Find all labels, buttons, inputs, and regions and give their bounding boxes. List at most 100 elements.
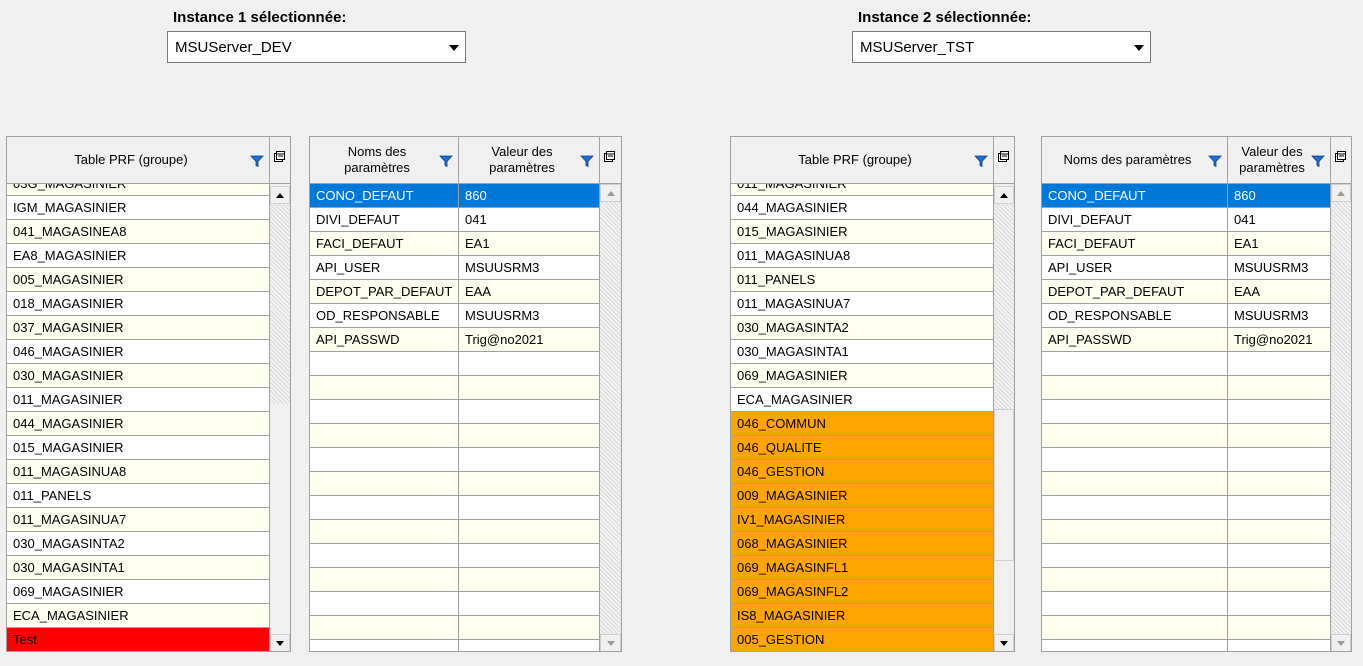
scrollbar-track-upper[interactable]	[270, 204, 290, 404]
vertical-scrollbar[interactable]	[600, 184, 621, 651]
group-name-cell[interactable]: 044_MAGASINIER	[7, 412, 270, 435]
empty-row[interactable]	[1042, 568, 1331, 592]
table-row[interactable]: 011_MAGASINUA8	[731, 244, 994, 268]
empty-row[interactable]	[1042, 544, 1331, 568]
column-chooser-icon[interactable]	[274, 151, 285, 162]
param-value-cell[interactable]	[459, 496, 600, 519]
param-name-cell[interactable]: DIVI_DEFAUT	[1042, 208, 1228, 231]
filter-icon[interactable]	[250, 154, 264, 168]
table-row[interactable]: OD_RESPONSABLE MSUUSRM3	[310, 304, 600, 328]
param-name-cell[interactable]: DIVI_DEFAUT	[310, 208, 459, 231]
param-value-cell[interactable]: Trig@no2021	[1228, 328, 1331, 351]
table-row[interactable]: OD_RESPONSABLE MSUUSRM3	[1042, 304, 1331, 328]
scrollbar-track[interactable]	[600, 202, 621, 634]
group-name-cell[interactable]: 044_MAGASINIER	[731, 196, 994, 219]
param-value-cell[interactable]: MSUUSRM3	[459, 256, 600, 279]
table-row[interactable]: 005_GESTION	[731, 628, 994, 651]
param-name-cell[interactable]	[1042, 400, 1228, 423]
table-row[interactable]: 046_QUALITE	[731, 436, 994, 460]
table-row[interactable]: 015_MAGASINIER	[7, 436, 270, 460]
empty-row[interactable]	[310, 640, 600, 651]
param-name-cell[interactable]: DEPOT_PAR_DEFAUT	[1042, 280, 1228, 303]
param-name-cell[interactable]	[1042, 640, 1228, 651]
param-value-cell[interactable]	[459, 568, 600, 591]
group-name-cell[interactable]: 011_MAGASINUA8	[731, 244, 994, 267]
column-chooser[interactable]	[1331, 137, 1351, 184]
empty-row[interactable]	[310, 544, 600, 568]
param-name-cell[interactable]	[310, 448, 459, 471]
table-row[interactable]: 030_MAGASINIER	[7, 364, 270, 388]
empty-row[interactable]	[310, 520, 600, 544]
group-name-cell[interactable]: 011_PANELS	[7, 484, 270, 507]
empty-row[interactable]	[1042, 592, 1331, 616]
param-name-cell[interactable]	[310, 352, 459, 375]
param-name-cell[interactable]: OD_RESPONSABLE	[1042, 304, 1228, 327]
param-value-column-header[interactable]: Valeur des paramètres	[1228, 137, 1331, 184]
group-name-cell[interactable]: 011_MAGASINIER	[731, 184, 994, 195]
scroll-down-button[interactable]	[1331, 634, 1351, 651]
param-name-cell[interactable]	[310, 496, 459, 519]
group-name-cell[interactable]: 069_MAGASINFL2	[731, 580, 994, 603]
param-value-column-header[interactable]: Valeur des paramètres	[459, 137, 600, 184]
param-name-cell[interactable]: API_PASSWD	[310, 328, 459, 351]
param-value-cell[interactable]: 041	[459, 208, 600, 231]
group-name-cell[interactable]: IV1_MAGASINIER	[731, 508, 994, 531]
table-row[interactable]: 009_MAGASINIER	[731, 484, 994, 508]
param-name-cell[interactable]	[1042, 520, 1228, 543]
table-row[interactable]: 011_PANELS	[731, 268, 994, 292]
group-name-cell[interactable]: 069_MAGASINIER	[7, 580, 270, 603]
table-row[interactable]: API_PASSWD Trig@no2021	[1042, 328, 1331, 352]
group-name-cell[interactable]: 018_MAGASINIER	[7, 292, 270, 315]
param-value-cell[interactable]	[1228, 472, 1331, 495]
table-row[interactable]: API_USER MSUUSRM3	[310, 256, 600, 280]
empty-row[interactable]	[1042, 472, 1331, 496]
scroll-down-button[interactable]	[270, 634, 290, 651]
group-name-cell[interactable]: 069_MAGASINFL1	[731, 556, 994, 579]
param-name-cell[interactable]	[1042, 352, 1228, 375]
table-row[interactable]: 044_MAGASINIER	[7, 412, 270, 436]
param-name-cell[interactable]	[1042, 472, 1228, 495]
param-value-cell[interactable]: EAA	[1228, 280, 1331, 303]
instance1-select[interactable]: MSUServer_DEV	[167, 31, 466, 63]
filter-icon[interactable]	[439, 154, 453, 168]
group-name-cell[interactable]: 011_PANELS	[731, 268, 994, 291]
param-name-cell[interactable]: API_USER	[310, 256, 459, 279]
param-value-cell[interactable]	[459, 376, 600, 399]
empty-row[interactable]	[310, 616, 600, 640]
parameters-grid-instance1[interactable]: Noms des paramètres Valeur des paramètre…	[309, 136, 622, 652]
group-name-cell[interactable]: 046_COMMUN	[731, 412, 994, 435]
table-row[interactable]: 069_MAGASINIER	[731, 364, 994, 388]
param-name-cell[interactable]	[310, 424, 459, 447]
group-name-cell[interactable]: 015_MAGASINIER	[7, 436, 270, 459]
group-name-cell[interactable]: 069_MAGASINIER	[731, 364, 994, 387]
table-row[interactable]: 041_MAGASINEA8	[7, 220, 270, 244]
table-row[interactable]: ECA_MAGASINIER	[731, 388, 994, 412]
column-chooser[interactable]	[994, 137, 1014, 184]
table-row[interactable]: CONO_DEFAUT 860	[310, 184, 600, 208]
table-row[interactable]: FACI_DEFAUT EA1	[310, 232, 600, 256]
param-value-cell[interactable]	[459, 640, 600, 651]
table-row[interactable]: 011_MAGASINIER	[7, 388, 270, 412]
group-name-cell[interactable]: 009_MAGASINIER	[731, 484, 994, 507]
group-name-cell[interactable]: 046_QUALITE	[731, 436, 994, 459]
group-name-cell[interactable]: Test	[7, 628, 270, 651]
scroll-up-button[interactable]	[1331, 184, 1351, 202]
group-name-cell[interactable]: 011_MAGASINUA7	[7, 508, 270, 531]
param-name-cell[interactable]	[310, 544, 459, 567]
table-row[interactable]: DEPOT_PAR_DEFAUT EAA	[1042, 280, 1331, 304]
param-value-cell[interactable]: EA1	[1228, 232, 1331, 255]
empty-row[interactable]	[1042, 424, 1331, 448]
filter-icon[interactable]	[1208, 154, 1222, 168]
group-name-cell[interactable]: EA8_MAGASINIER	[7, 244, 270, 267]
scroll-down-button[interactable]	[994, 634, 1014, 651]
param-value-cell[interactable]	[1228, 592, 1331, 615]
param-value-cell[interactable]	[459, 544, 600, 567]
column-chooser-icon[interactable]	[998, 151, 1009, 162]
group-name-cell[interactable]: 030_MAGASINTA1	[7, 556, 270, 579]
table-row[interactable]: 046_GESTION	[731, 460, 994, 484]
param-name-cell[interactable]: CONO_DEFAUT	[1042, 184, 1228, 207]
group-name-cell[interactable]: IS8_MAGASINIER	[731, 604, 994, 627]
table-row[interactable]: API_USER MSUUSRM3	[1042, 256, 1331, 280]
param-name-cell[interactable]	[310, 400, 459, 423]
param-name-cell[interactable]: FACI_DEFAUT	[310, 232, 459, 255]
